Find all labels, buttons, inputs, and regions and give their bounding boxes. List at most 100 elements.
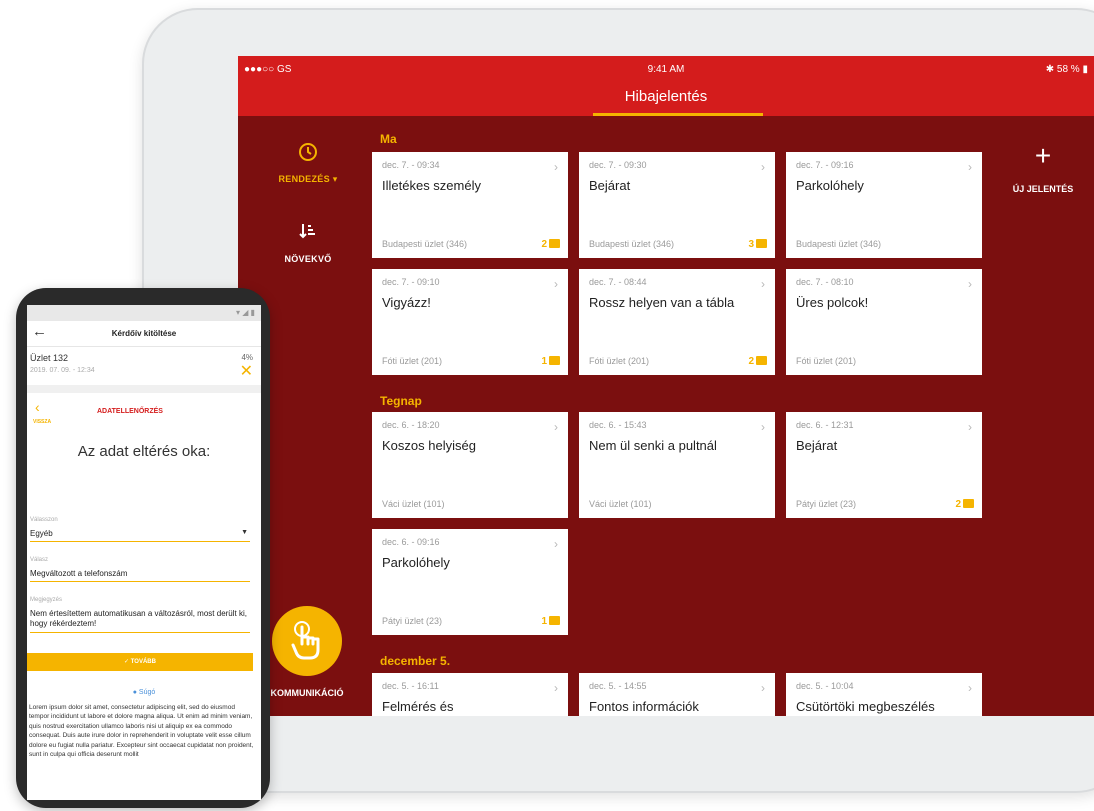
card-date: dec. 5. - 10:04	[796, 681, 854, 691]
chevron-right-icon: ›	[761, 420, 765, 434]
back-label[interactable]: VISSZA	[33, 419, 51, 425]
card-title: Rossz helyen van a tábla	[589, 295, 735, 310]
tablet-screen: ●●●○○ GS 9:41 AM ✱ 58 % ▮ Hibajelentés R…	[238, 56, 1094, 716]
phone-status-bar: ▾ ◢ ▮	[27, 305, 261, 321]
page-title: Hibajelentés	[624, 88, 708, 105]
card-store: Fóti üzlet (201)	[796, 356, 857, 366]
report-card[interactable]: dec. 6. - 12:31 › Bejárat Pátyi üzlet (2…	[786, 412, 982, 518]
caret-down-icon: ▼	[241, 529, 248, 536]
plus-icon: +	[1034, 140, 1052, 171]
card-date: dec. 7. - 09:16	[796, 160, 854, 170]
card-date: dec. 6. - 18:20	[382, 420, 440, 430]
chevron-right-icon: ›	[554, 420, 558, 434]
image-icon	[549, 616, 560, 625]
communication-button[interactable]	[272, 606, 342, 676]
attachment-badge: 3	[748, 239, 767, 250]
card-date: dec. 7. - 09:10	[382, 277, 440, 287]
card-date: dec. 6. - 09:16	[382, 537, 440, 547]
card-store: Fóti üzlet (201)	[589, 356, 650, 366]
phone-header-title: Kérdőív kitöltése	[111, 329, 177, 338]
order-label: NÖVEKVŐ	[284, 254, 332, 264]
chevron-right-icon: ›	[554, 277, 558, 291]
card-title: Parkolóhely	[796, 178, 864, 193]
card-date: dec. 6. - 15:43	[589, 420, 647, 430]
card-title: Fontos információk	[589, 699, 699, 714]
close-icon[interactable]: ✕	[240, 361, 253, 381]
attachment-badge: 2	[541, 239, 560, 250]
report-card[interactable]: dec. 7. - 09:34 › Illetékes személy Buda…	[372, 152, 568, 258]
chevron-left-icon[interactable]: ‹	[35, 399, 40, 415]
answer-field[interactable]: Megváltozott a telefonszám	[30, 569, 250, 582]
card-title: Vigyázz!	[382, 295, 431, 310]
status-time: 9:41 AM	[647, 64, 685, 75]
card-title: Csütörtöki megbeszélés	[796, 699, 935, 714]
report-card[interactable]: dec. 5. - 14:55 › Fontos információk	[579, 673, 775, 716]
report-card[interactable]: dec. 5. - 16:11 › Felmérés és	[372, 673, 568, 716]
card-title: Bejárat	[589, 178, 631, 193]
timestamp: 2019. 07. 09. - 12:34	[30, 367, 95, 374]
card-title: Nem ül senki a pultnál	[589, 438, 717, 453]
report-card[interactable]: dec. 6. - 18:20 › Koszos helyiség Váci ü…	[372, 412, 568, 518]
store-name: Üzlet 132	[30, 353, 69, 363]
report-card[interactable]: dec. 7. - 09:30 › Bejárat Budapesti üzle…	[579, 152, 775, 258]
attachment-badge: 2	[955, 499, 974, 510]
help-link[interactable]: ● Súgó	[27, 689, 261, 696]
card-store: Váci üzlet (101)	[382, 499, 445, 509]
communication-label: KOMMUNIKÁCIÓ	[270, 688, 344, 698]
note-label: Megjegyzés	[30, 597, 63, 603]
image-icon	[549, 239, 560, 248]
section-heading-today: Ma	[380, 132, 397, 146]
attachment-badge: 1	[541, 356, 560, 367]
image-icon	[756, 356, 767, 365]
caret-down-icon: ▾	[332, 174, 338, 184]
card-date: dec. 7. - 09:34	[382, 160, 440, 170]
next-button[interactable]: ✓ TOVÁBB	[27, 653, 253, 671]
report-card[interactable]: dec. 7. - 08:44 › Rossz helyen van a táb…	[579, 269, 775, 375]
note-field[interactable]: Nem értesítettem automatikusan a változá…	[30, 609, 250, 633]
chevron-right-icon: ›	[968, 681, 972, 695]
image-icon	[549, 356, 560, 365]
order-button[interactable]: NÖVEKVŐ	[273, 222, 343, 264]
card-title: Koszos helyiség	[382, 438, 476, 453]
card-date: dec. 7. - 08:10	[796, 277, 854, 287]
card-date: dec. 5. - 16:11	[382, 681, 439, 691]
report-card[interactable]: dec. 5. - 10:04 › Csütörtöki megbeszélés	[786, 673, 982, 716]
new-report-label: ÚJ JELENTÉS	[1012, 184, 1074, 194]
card-store: Budapesti üzlet (346)	[796, 239, 882, 249]
chevron-right-icon: ›	[761, 277, 765, 291]
card-title: Felmérés és	[382, 699, 454, 714]
answer-label: Válasz	[30, 557, 49, 563]
image-icon	[756, 239, 767, 248]
reason-select[interactable]: Egyéb ▼	[30, 529, 250, 542]
card-title: Üres polcok!	[796, 295, 869, 310]
chevron-right-icon: ›	[968, 277, 972, 291]
report-card[interactable]: dec. 6. - 09:16 › Parkolóhely Pátyi üzle…	[372, 529, 568, 635]
card-store: Fóti üzlet (201)	[382, 356, 443, 366]
question-text: Az adat eltérés oka:	[77, 443, 211, 460]
sort-ascending-icon	[299, 224, 315, 239]
section-heading-yesterday: Tegnap	[380, 394, 422, 408]
report-card[interactable]: dec. 7. - 09:16 › Parkolóhely Budapesti …	[786, 152, 982, 258]
sort-label: RENDEZÉS ▾	[278, 174, 338, 184]
chevron-right-icon: ›	[554, 681, 558, 695]
report-card[interactable]: dec. 7. - 08:10 › Üres polcok! Fóti üzle…	[786, 269, 982, 375]
chevron-right-icon: ›	[761, 160, 765, 174]
battery-icon: ▮	[1082, 64, 1088, 75]
battery-indicator: ✱ 58 % ▮	[1045, 64, 1088, 75]
card-title: Bejárat	[796, 438, 838, 453]
chevron-right-icon: ›	[554, 537, 558, 551]
card-date: dec. 7. - 08:44	[589, 277, 647, 287]
card-date: dec. 5. - 14:55	[589, 681, 647, 691]
clock-icon	[299, 143, 317, 161]
report-card[interactable]: dec. 7. - 09:10 › Vigyázz! Fóti üzlet (2…	[372, 269, 568, 375]
sort-button[interactable]: RENDEZÉS ▾	[273, 142, 343, 185]
section-heading-dec5: december 5.	[380, 654, 451, 668]
select-label: Válasszon	[30, 517, 58, 523]
phone-header: ← Kérdőív kitöltése	[27, 321, 261, 347]
card-store: Váci üzlet (101)	[589, 499, 652, 509]
report-card[interactable]: dec. 6. - 15:43 › Nem ül senki a pultnál…	[579, 412, 775, 518]
card-store: Budapesti üzlet (346)	[589, 239, 675, 249]
help-text: Lorem ipsum dolor sit amet, consectetur …	[29, 704, 254, 759]
card-date: dec. 7. - 09:30	[589, 160, 647, 170]
new-report-button[interactable]: + ÚJ JELENTÉS	[998, 140, 1088, 195]
